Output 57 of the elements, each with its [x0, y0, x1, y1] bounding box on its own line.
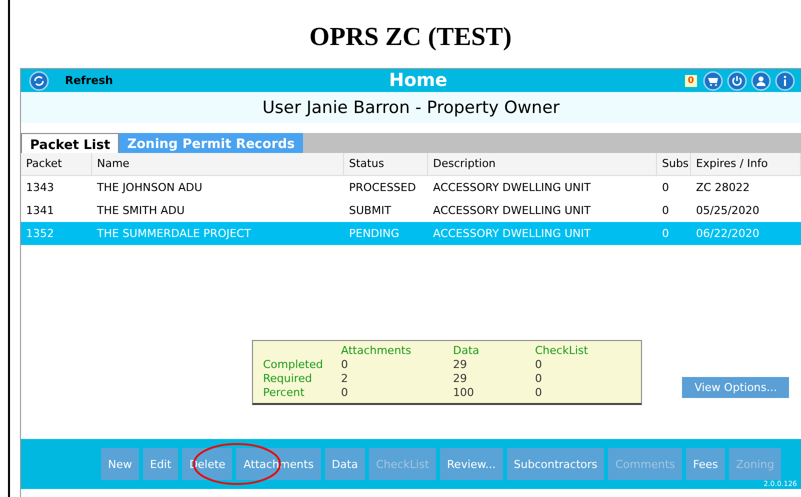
table-cell: 06/22/2020 — [691, 222, 801, 245]
power-icon[interactable] — [727, 70, 747, 90]
summary-value: 0 — [535, 358, 543, 372]
summary-value: 0 — [535, 372, 543, 386]
column-header[interactable]: Subs — [657, 153, 691, 176]
toolbar-button[interactable]: Review... — [440, 448, 503, 480]
table-cell-text: ACCESSORY DWELLING UNIT — [432, 180, 592, 196]
tab[interactable]: Zoning Permit Records — [119, 133, 303, 153]
column-header[interactable]: Status — [344, 153, 428, 176]
table-cell-text: PROCESSED — [348, 180, 417, 196]
toolbar-button[interactable]: Subcontractors — [506, 448, 604, 480]
table-cell-text: ZC 28022 — [695, 180, 751, 196]
summary-value: 100 — [453, 386, 475, 400]
summary-label: Required — [263, 372, 313, 386]
summary-value: 0 — [341, 358, 349, 372]
cart-count: 0 — [684, 74, 697, 86]
summary-value: 2 — [341, 372, 349, 386]
summary-label: Percent — [263, 386, 306, 400]
summary-value: 0 — [341, 386, 349, 400]
table-cell-text: 1341 — [25, 203, 55, 219]
column-header[interactable]: Name — [92, 153, 344, 176]
table-cell: THE SUMMERDALE PROJECT — [92, 222, 344, 245]
tab[interactable]: Packet List — [21, 133, 120, 153]
refresh-icon[interactable] — [29, 70, 49, 90]
column-header[interactable]: Packet — [21, 153, 92, 176]
summary-header: Attachments — [341, 344, 412, 358]
info-icon[interactable] — [775, 70, 795, 90]
summary-value: 29 — [453, 372, 468, 386]
window-title: Home — [389, 70, 448, 91]
table-cell-text: THE SMITH ADU — [96, 203, 186, 219]
user-icon[interactable] — [751, 70, 771, 90]
table-cell: ACCESSORY DWELLING UNIT — [428, 222, 657, 245]
table-cell-text: 1343 — [25, 180, 55, 196]
toolbar-button[interactable]: Data — [324, 448, 365, 480]
column-header[interactable]: Description — [428, 153, 657, 176]
toolbar-button[interactable]: Edit — [143, 448, 178, 480]
refresh-label[interactable]: Refresh — [65, 74, 385, 87]
toolbar-button[interactable]: Fees — [686, 448, 725, 480]
table-cell: 0 — [657, 222, 691, 245]
table-cell-text: ACCESSORY DWELLING UNIT — [432, 203, 592, 219]
table-cell: 1352 — [21, 222, 92, 245]
table-cell-text: 0 — [661, 180, 670, 196]
summary-header: Data — [453, 344, 480, 358]
summary-value: 0 — [535, 386, 543, 400]
table-cell-text: 05/25/2020 — [695, 203, 760, 219]
table-cell-text: SUBMIT — [348, 203, 392, 219]
summary-label: Completed — [263, 358, 324, 372]
table-cell-text: THE JOHNSON ADU — [96, 180, 204, 196]
view-options-button[interactable]: View Options... — [682, 377, 789, 398]
cart-icon[interactable] — [703, 70, 723, 90]
summary-header: CheckList — [535, 344, 590, 358]
summary-value: 29 — [453, 358, 468, 372]
page-title: OPRS ZC (TEST) — [309, 22, 512, 52]
table-cell-text: 0 — [661, 203, 670, 219]
table-cell: PENDING — [344, 222, 428, 245]
toolbar-button[interactable]: New — [101, 448, 139, 480]
column-header[interactable]: Expires / Info — [691, 153, 801, 176]
